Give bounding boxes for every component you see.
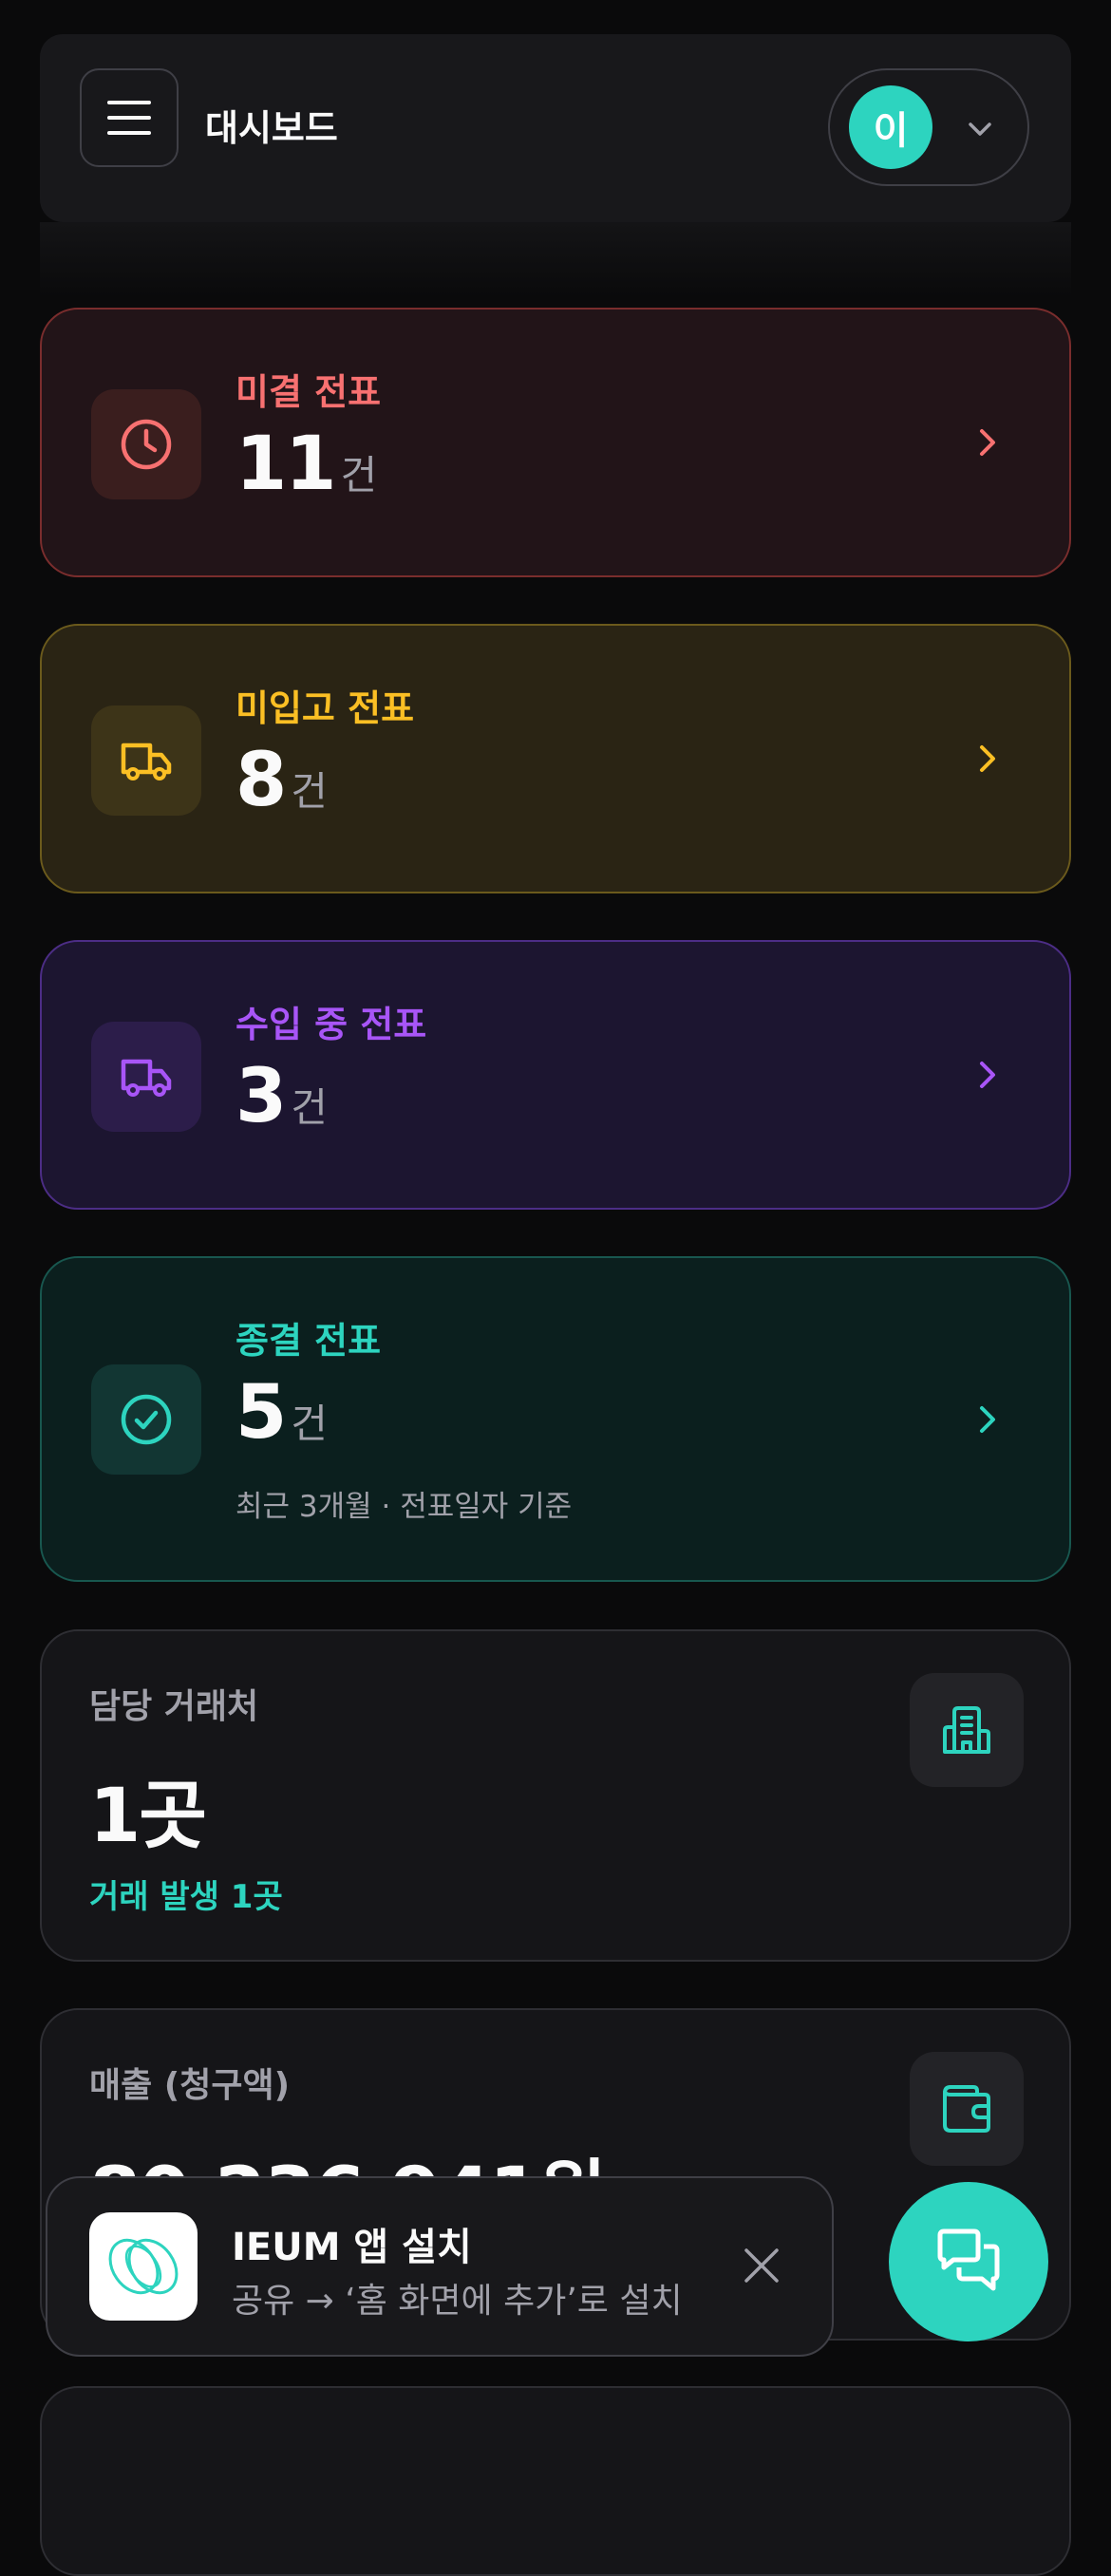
stat-sub: 거래 발생 1곳	[89, 1878, 283, 1916]
page-title: 대시보드	[205, 107, 338, 149]
stat-value: 1곳	[89, 1774, 207, 1859]
app-logo	[89, 2212, 198, 2321]
count: 3	[235, 1054, 287, 1139]
check-icon-box	[91, 1364, 201, 1475]
card-label: 미입고 전표	[235, 687, 415, 729]
building-icon	[943, 1706, 990, 1754]
card-value: 8 건	[235, 738, 328, 823]
top-bar: 대시보드 이	[40, 34, 1071, 222]
count-unit: 건	[291, 768, 328, 815]
pending-slips-card[interactable]: 미결 전표 11 건	[40, 308, 1071, 577]
chevron-right-icon	[980, 1062, 995, 1088]
clock-icon-box	[91, 389, 201, 499]
chat-icon	[937, 2228, 1000, 2291]
closed-slips-card[interactable]: 종결 전표 5 건 최근 3개월 · 전표일자 기준	[40, 1256, 1071, 1582]
count-unit: 건	[291, 1401, 328, 1447]
menu-button[interactable]	[80, 68, 179, 167]
building-icon-box	[910, 1673, 1024, 1787]
truck-icon-box	[91, 705, 201, 816]
banner-subtitle: 공유 → ‘홈 화면에 추가’로 설치	[232, 2282, 683, 2321]
truck-icon	[121, 1059, 172, 1097]
wallet-icon	[943, 2085, 990, 2133]
card-value: 3 건	[235, 1054, 328, 1139]
card-label: 종결 전표	[235, 1320, 382, 1362]
stat-label: 매출 (청구액)	[89, 2066, 291, 2105]
chevron-down-icon	[969, 122, 991, 136]
user-menu-button[interactable]: 이	[828, 68, 1029, 186]
period-note: 최근 3개월 · 전표일자 기준	[235, 1490, 573, 1524]
partners-card[interactable]: 담당 거래처 1곳 거래 발생 1곳	[40, 1629, 1071, 1962]
chevron-right-icon	[980, 745, 995, 772]
chat-button[interactable]	[889, 2182, 1048, 2341]
ieum-logo-icon	[108, 2238, 179, 2295]
chevron-right-icon	[980, 1406, 995, 1433]
count-unit: 건	[340, 452, 378, 498]
install-app-banner[interactable]: IEUM 앱 설치 공유 → ‘홈 화면에 추가’로 설치	[46, 2176, 834, 2357]
banner-title: IEUM 앱 설치	[232, 2226, 472, 2269]
wallet-icon-box	[910, 2052, 1024, 2166]
card-label: 미결 전표	[235, 371, 382, 413]
count: 8	[235, 738, 287, 823]
chevron-right-icon	[980, 429, 995, 456]
truck-icon	[121, 743, 172, 780]
card-value: 5 건	[235, 1370, 328, 1456]
card-value: 11 건	[235, 422, 377, 507]
clock-icon	[121, 419, 172, 470]
stat-label: 담당 거래처	[89, 1687, 259, 1726]
hamburger-icon	[107, 101, 151, 135]
close-icon[interactable]	[741, 2245, 782, 2286]
count: 5	[235, 1370, 287, 1456]
check-circle-icon	[121, 1394, 172, 1445]
importing-slips-card[interactable]: 수입 중 전표 3 건	[40, 940, 1071, 1210]
card-label: 수입 중 전표	[235, 1004, 427, 1045]
truck-icon-box	[91, 1022, 201, 1132]
not-received-slips-card[interactable]: 미입고 전표 8 건	[40, 624, 1071, 893]
count: 11	[235, 422, 337, 507]
avatar: 이	[849, 85, 932, 169]
next-card	[40, 2386, 1071, 2576]
header-divider	[40, 222, 1071, 298]
count-unit: 건	[291, 1084, 328, 1131]
